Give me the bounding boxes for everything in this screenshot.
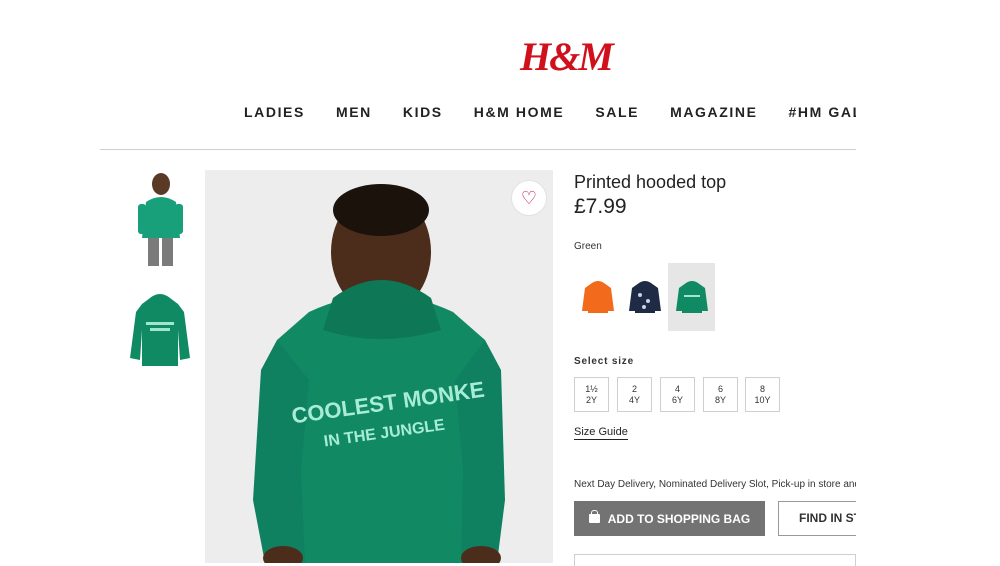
size-guide-link[interactable]: Size Guide <box>574 426 628 440</box>
size-option[interactable]: 2 4Y <box>617 377 652 412</box>
size-option[interactable]: 4 6Y <box>660 377 695 412</box>
secondary-panel <box>574 554 856 566</box>
hoodie-green-icon <box>675 281 708 313</box>
size-age: 4 <box>674 383 680 394</box>
size-year: 8Y <box>714 394 726 405</box>
size-option[interactable]: 6 8Y <box>703 377 738 412</box>
size-year: 2Y <box>585 394 597 405</box>
size-year: 4Y <box>628 394 640 405</box>
find-in-store-button[interactable]: FIND IN ST <box>778 501 868 536</box>
nav-item-magazine[interactable]: MAGAZINE <box>670 104 757 120</box>
shopping-bag-icon <box>588 510 600 523</box>
delivery-info: Next Day Delivery, Nominated Delivery Sl… <box>574 479 856 490</box>
color-swatch-orange[interactable] <box>574 263 621 331</box>
edge-mask <box>856 495 876 545</box>
main-nav: LADIES MEN KIDS H&M HOME SALE MAGAZINE #HM GAL… <box>244 104 856 124</box>
selected-color-label: Green <box>574 241 602 252</box>
size-option[interactable]: 1½ 2Y <box>574 377 609 412</box>
hm-logo[interactable]: H&M <box>520 34 614 80</box>
hoodie-orange-icon <box>581 281 614 313</box>
header-divider <box>100 149 856 150</box>
size-year: 10Y <box>754 394 771 405</box>
model-thumbnail-image <box>138 173 183 266</box>
product-hero-image: COOLEST MONKE IN THE JUNGLE <box>205 170 553 563</box>
find-in-store-label: FIND IN ST <box>799 511 861 525</box>
size-age: 1½ <box>585 383 598 394</box>
nav-item-men[interactable]: MEN <box>336 104 372 120</box>
hoodie-thumbnail-image <box>130 294 190 366</box>
nav-item-hm-gallery[interactable]: #HM GALLE <box>789 104 856 120</box>
size-year: 6Y <box>671 394 683 405</box>
product-thumbnail-flat[interactable] <box>128 290 192 390</box>
size-age: 6 <box>717 383 723 394</box>
model-hoodie-image: COOLEST MONKE IN THE JUNGLE <box>205 170 553 563</box>
select-size-label: Select size <box>574 356 634 367</box>
size-option[interactable]: 8 10Y <box>745 377 780 412</box>
nav-item-ladies[interactable]: LADIES <box>244 104 305 120</box>
favorite-button[interactable]: ♡ <box>511 180 547 216</box>
nav-item-hm-home[interactable]: H&M HOME <box>474 104 565 120</box>
nav-item-sale[interactable]: SALE <box>595 104 639 120</box>
product-thumbnail-model[interactable] <box>128 170 192 270</box>
hoodie-navy-icon <box>628 281 661 313</box>
size-age: 2 <box>631 383 637 394</box>
add-to-bag-button[interactable]: ADD TO SHOPPING BAG <box>574 501 765 536</box>
add-to-bag-label: ADD TO SHOPPING BAG <box>607 511 751 526</box>
size-age: 8 <box>759 383 765 394</box>
product-title: Printed hooded top <box>574 172 727 192</box>
product-price: £7.99 <box>574 195 627 218</box>
color-swatch-green[interactable] <box>668 263 715 331</box>
color-swatch-navy[interactable] <box>621 263 668 331</box>
nav-item-kids[interactable]: KIDS <box>403 104 443 120</box>
heart-icon: ♡ <box>520 187 538 208</box>
